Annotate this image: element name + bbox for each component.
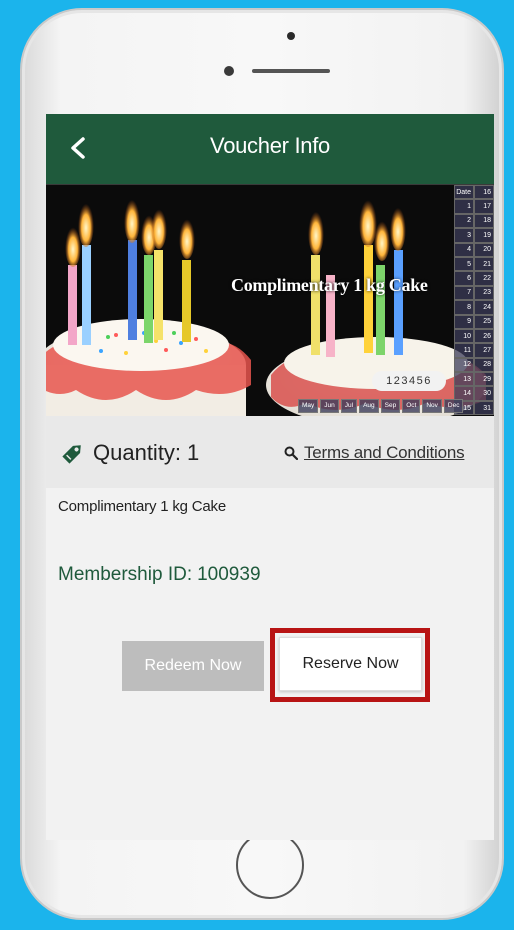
calendar-month: May: [298, 399, 319, 413]
calendar-month: Sep: [380, 399, 401, 413]
calendar-day: 11: [454, 343, 474, 358]
voucher-code: 123456: [372, 371, 446, 391]
search-icon[interactable]: [284, 446, 298, 460]
calendar-day: 3: [454, 228, 474, 243]
redeem-now-button[interactable]: Redeem Now: [122, 641, 264, 691]
calendar-day: 31: [474, 400, 494, 416]
reserve-now-button[interactable]: Reserve Now: [279, 637, 422, 691]
calendar-day: 16: [474, 185, 494, 200]
ticket-tag-icon: [62, 445, 81, 464]
calendar-day: 29: [474, 372, 494, 387]
calendar-day: 28: [474, 357, 494, 373]
calendar-day: 1: [454, 199, 474, 214]
calendar-day: 19: [474, 228, 494, 243]
calendar-month: Dec: [443, 399, 464, 413]
calendar-day: 27: [474, 343, 494, 358]
earpiece-speaker: [252, 69, 330, 73]
calendar-day: 7: [454, 285, 474, 301]
app-screen: Voucher Info Complimentary 1 kg Cake 123…: [46, 114, 494, 840]
calendar-day: 2: [454, 213, 474, 229]
calendar-day: 10: [454, 328, 474, 344]
calendar-day: 30: [474, 386, 494, 401]
calendar-month: Nov: [422, 399, 442, 413]
home-button[interactable]: [236, 831, 304, 899]
membership-label: Membership ID:: [58, 564, 193, 585]
calendar-months: May Jun Jul Aug Sep Oct Nov Dec: [298, 399, 464, 413]
sensor-dot: [287, 32, 295, 40]
calendar-day: 24: [474, 300, 494, 315]
voucher-description: Complimentary 1 kg Cake: [58, 498, 226, 515]
calendar-header: Date: [454, 185, 474, 200]
calendar-day: 18: [474, 213, 494, 229]
calendar-day: 4: [454, 242, 474, 257]
calendar-day: 12: [454, 357, 474, 373]
terms-and-conditions-link[interactable]: Terms and Conditions: [304, 443, 465, 463]
calendar-day: 21: [474, 256, 494, 272]
quantity-value: 1: [187, 440, 200, 465]
calendar-day: 22: [474, 271, 494, 286]
calendar-month: Jul: [340, 399, 358, 413]
calendar-day: 6: [454, 271, 474, 286]
calendar-month: Jun: [320, 399, 339, 413]
membership-value: 100939: [197, 564, 261, 585]
banner-title: Complimentary 1 kg Cake: [231, 275, 428, 295]
calendar-day: 23: [474, 285, 494, 301]
calendar-day: 17: [474, 199, 494, 214]
front-camera: [224, 66, 234, 76]
calendar-grid: Date 16 1 17 2 18 3 19 4 20 5 21 6 22 7 …: [454, 185, 494, 416]
membership-id: Membership ID: 100939: [58, 564, 261, 586]
quantity-label: Quantity:: [93, 440, 182, 465]
calendar-day: 20: [474, 242, 494, 257]
calendar-day: 9: [454, 314, 474, 329]
calendar-month: Aug: [359, 399, 379, 413]
page-title: Voucher Info: [210, 133, 330, 158]
calendar-day: 5: [454, 256, 474, 272]
calendar-day: 13: [454, 372, 474, 387]
calendar-day: 25: [474, 314, 494, 329]
calendar-day: 26: [474, 328, 494, 344]
voucher-banner-image: Complimentary 1 kg Cake 123456 Date 16 1…: [46, 184, 494, 416]
quantity-display: Quantity: 1: [93, 440, 199, 466]
calendar-day: 8: [454, 300, 474, 315]
calendar-month: Oct: [402, 399, 421, 413]
voucher-info-row: Quantity: 1 Terms and Conditions: [46, 416, 494, 488]
app-header: Voucher Info: [46, 114, 494, 184]
